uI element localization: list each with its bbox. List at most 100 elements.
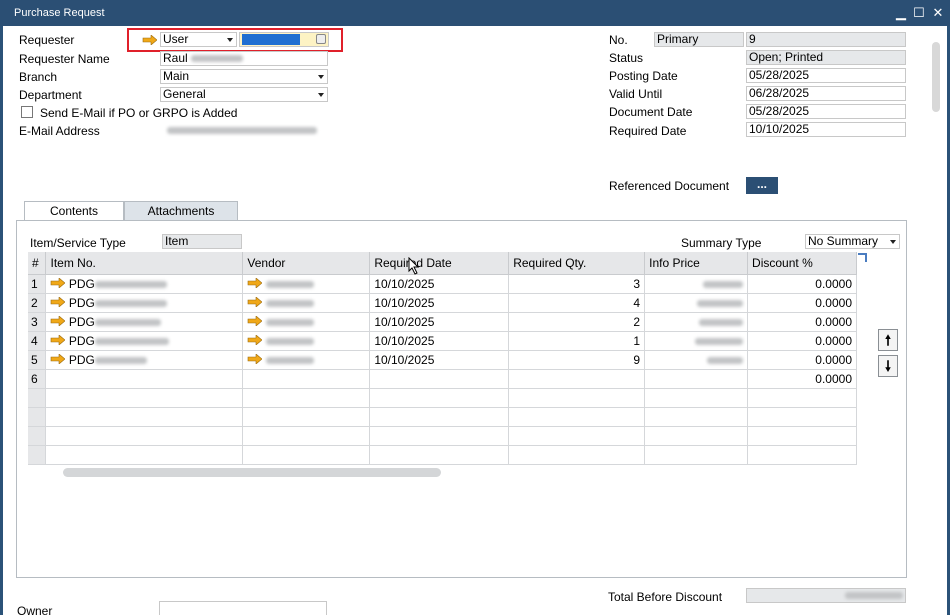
discount-cell[interactable]: 0.0000 — [747, 293, 857, 313]
table-row[interactable] — [28, 388, 857, 408]
link-arrow-icon[interactable] — [50, 276, 66, 289]
table-row[interactable]: 5 PDG 10/10/2025 9 0.0000 — [28, 350, 857, 370]
table-row[interactable] — [28, 426, 857, 446]
discount-cell[interactable]: 0.0000 — [747, 350, 857, 370]
email-address-field[interactable] — [160, 123, 328, 138]
redacted-text — [845, 592, 903, 600]
requester-type-select[interactable]: User — [160, 32, 237, 47]
item-service-type-select[interactable]: Item — [162, 234, 242, 249]
valid-until-field[interactable]: 06/28/2025 — [746, 86, 906, 101]
link-arrow-icon[interactable] — [247, 352, 263, 365]
chevron-down-icon — [227, 38, 233, 42]
requester-label: Requester — [19, 33, 75, 47]
info-price-cell[interactable] — [644, 312, 749, 332]
expand-grid-icon[interactable] — [858, 253, 867, 262]
item-number-cell[interactable] — [45, 369, 244, 389]
info-price-cell[interactable] — [644, 331, 749, 351]
link-arrow-icon[interactable] — [247, 333, 263, 346]
required-date-field[interactable]: 10/10/2025 — [746, 122, 906, 137]
item-number-value: PDG — [68, 295, 95, 310]
row-number: 2 — [28, 293, 47, 313]
item-service-type-value: Item — [165, 234, 189, 248]
link-arrow-icon[interactable] — [50, 314, 66, 327]
vendor-cell[interactable] — [242, 293, 371, 313]
discount-cell[interactable]: 0.0000 — [747, 274, 857, 294]
document-date-field[interactable]: 05/28/2025 — [746, 104, 906, 119]
link-arrow-icon[interactable] — [247, 295, 263, 308]
required-date-cell[interactable] — [369, 369, 510, 389]
choose-from-list-icon[interactable] — [316, 34, 326, 44]
item-number-cell[interactable]: PDG — [45, 274, 244, 294]
required-qty-cell[interactable]: 9 — [508, 350, 646, 370]
items-table: # Item No. Vendor Required Date Required… — [28, 252, 857, 465]
vendor-cell[interactable] — [242, 312, 371, 332]
branch-select[interactable]: Main — [160, 69, 328, 84]
required-qty-cell[interactable]: 3 — [508, 274, 646, 294]
info-price-cell[interactable] — [644, 350, 749, 370]
tab-contents[interactable]: Contents — [24, 201, 124, 221]
column-header[interactable]: Required Date — [369, 252, 510, 275]
requester-name-field[interactable]: Raul — [160, 51, 328, 66]
info-price-cell[interactable] — [644, 293, 749, 313]
owner-field[interactable] — [159, 601, 327, 615]
move-row-up-button[interactable]: 🠕 — [878, 329, 898, 351]
vendor-cell[interactable] — [242, 369, 371, 389]
table-row[interactable] — [28, 407, 857, 427]
table-row[interactable]: 2 PDG 10/10/2025 4 0.0000 — [28, 293, 857, 313]
link-arrow-icon[interactable] — [247, 314, 263, 327]
link-arrow-icon[interactable] — [50, 352, 66, 365]
referenced-document-button[interactable]: ... — [746, 177, 778, 194]
item-number-cell[interactable]: PDG — [45, 293, 244, 313]
info-price-cell[interactable] — [644, 274, 749, 294]
required-qty-cell[interactable]: 4 — [508, 293, 646, 313]
item-number-cell[interactable]: PDG — [45, 312, 244, 332]
table-row[interactable]: 4 PDG 10/10/2025 1 0.0000 — [28, 331, 857, 351]
table-row[interactable]: 6 0.0000 — [28, 369, 857, 389]
summary-type-select[interactable]: No Summary — [805, 234, 900, 249]
series-select[interactable]: Primary — [654, 32, 744, 47]
link-arrow-icon[interactable] — [142, 35, 157, 45]
info-price-cell[interactable] — [644, 369, 749, 389]
required-date-cell[interactable]: 10/10/2025 — [369, 350, 510, 370]
column-header[interactable]: Discount % — [747, 252, 857, 275]
tab-attachments[interactable]: Attachments — [124, 201, 238, 221]
vendor-cell[interactable] — [242, 274, 371, 294]
summary-type-value: No Summary — [808, 234, 879, 248]
posting-date-field[interactable]: 05/28/2025 — [746, 68, 906, 83]
link-arrow-icon[interactable] — [50, 295, 66, 308]
link-arrow-icon[interactable] — [50, 333, 66, 346]
horizontal-scrollbar[interactable] — [63, 468, 441, 477]
column-header[interactable]: Vendor — [242, 252, 371, 275]
minimize-button[interactable]: ▁ — [892, 4, 910, 22]
table-row[interactable] — [28, 445, 857, 465]
required-qty-cell[interactable]: 2 — [508, 312, 646, 332]
column-header[interactable]: # — [28, 252, 47, 275]
discount-cell[interactable]: 0.0000 — [747, 369, 857, 389]
vertical-scrollbar[interactable] — [932, 42, 940, 112]
required-date-cell[interactable]: 10/10/2025 — [369, 331, 510, 351]
move-row-down-button[interactable]: 🠗 — [878, 355, 898, 377]
item-number-cell[interactable]: PDG — [45, 350, 244, 370]
department-select[interactable]: General — [160, 87, 328, 102]
discount-cell[interactable]: 0.0000 — [747, 312, 857, 332]
table-row[interactable]: 1 PDG 10/10/2025 3 0.0000 — [28, 274, 857, 294]
required-qty-cell[interactable] — [508, 369, 646, 389]
vendor-cell[interactable] — [242, 331, 371, 351]
required-qty-cell[interactable]: 1 — [508, 331, 646, 351]
requester-code-field[interactable] — [239, 32, 329, 47]
close-button[interactable]: ✕ — [929, 4, 947, 22]
series-value: Primary — [657, 32, 699, 46]
discount-cell[interactable]: 0.0000 — [747, 331, 857, 351]
send-email-checkbox[interactable] — [21, 106, 33, 118]
required-date-cell[interactable]: 10/10/2025 — [369, 312, 510, 332]
link-arrow-icon[interactable] — [247, 276, 263, 289]
column-header[interactable]: Info Price — [644, 252, 749, 275]
table-row[interactable]: 3 PDG 10/10/2025 2 0.0000 — [28, 312, 857, 332]
required-date-cell[interactable]: 10/10/2025 — [369, 274, 510, 294]
column-header[interactable]: Required Qty. — [508, 252, 646, 275]
vendor-cell[interactable] — [242, 350, 371, 370]
column-header[interactable]: Item No. — [45, 252, 244, 275]
maximize-button[interactable]: ☐ — [910, 4, 928, 22]
item-number-cell[interactable]: PDG — [45, 331, 244, 351]
required-date-cell[interactable]: 10/10/2025 — [369, 293, 510, 313]
